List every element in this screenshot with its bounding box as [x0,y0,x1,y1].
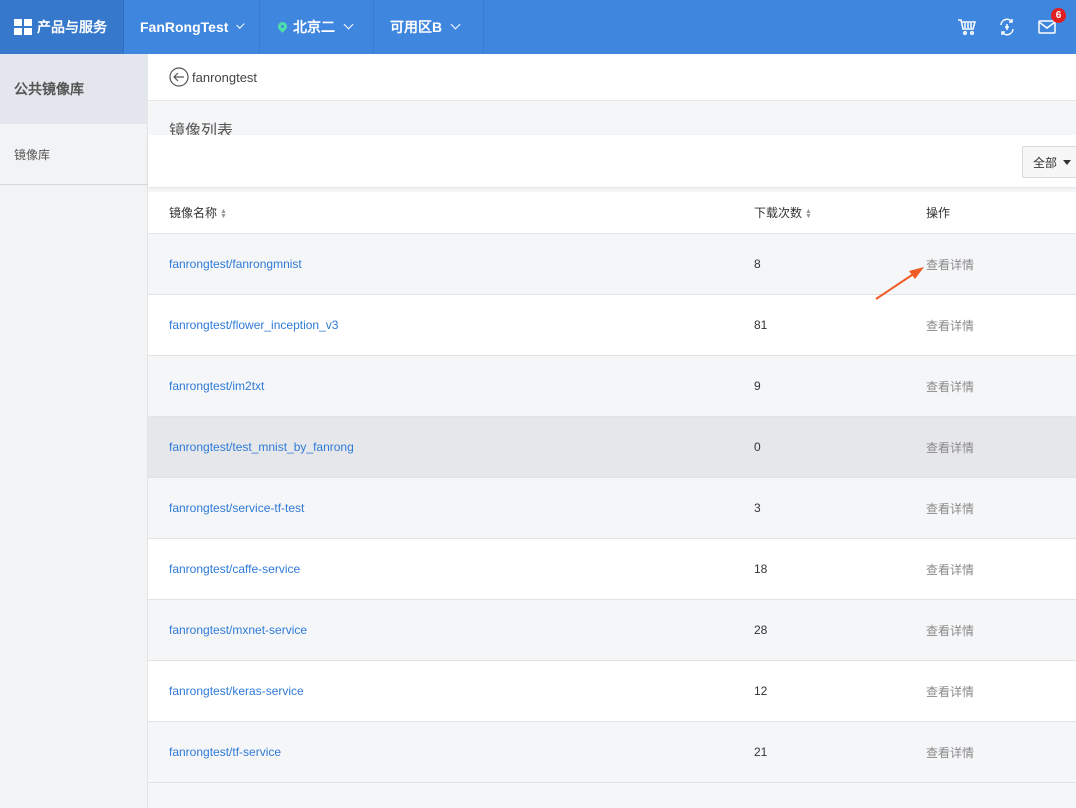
zone-selector[interactable]: 可用区B [374,0,484,54]
chevron-down-icon [236,19,245,29]
cart-icon[interactable] [956,16,978,38]
topbar-actions: 6 [938,0,1076,54]
project-selector[interactable]: FanRongTest [124,0,260,54]
download-count: 9 [754,379,761,393]
table-row: fanrongtest/keras-service 12 查看详情 [148,661,1076,722]
filter-bar: 全部 [148,135,1076,187]
image-name-link[interactable]: fanrongtest/keras-service [169,684,304,698]
sidebar-item-label: 镜像库 [14,147,51,162]
image-name-link[interactable]: fanrongtest/service-tf-test [169,501,304,515]
sidebar-title: 公共镜像库 [0,54,147,124]
download-count: 81 [754,318,768,332]
products-label: 产品与服务 [37,19,107,35]
download-count: 0 [754,440,761,454]
column-header-downloads[interactable]: 下载次数 ▲ ▼ [732,204,904,221]
region-selector[interactable]: 北京二 [260,0,374,54]
image-name-link[interactable]: fanrongtest/mxnet-service [169,623,307,637]
table-header: 镜像名称 ▲ ▼ 下载次数 ▲ ▼ 操作 [148,192,1076,234]
column-header-name[interactable]: 镜像名称 ▲ ▼ [148,204,732,221]
image-name-link[interactable]: fanrongtest/im2txt [169,379,264,393]
view-details-link[interactable]: 查看详情 [926,319,974,333]
download-count: 12 [754,684,768,698]
table-row: fanrongtest/test_mnist_by_fanrong 0 查看详情 [148,417,1076,478]
location-pin-icon [276,19,289,33]
top-navigation-bar: 产品与服务 FanRongTest 北京二 可用区B 6 [0,0,1076,54]
sort-icon: ▲ ▼ [805,207,812,220]
image-name-link[interactable]: fanrongtest/test_mnist_by_fanrong [169,440,354,454]
column-header-actions: 操作 [926,206,951,220]
chevron-down-icon [343,19,354,29]
image-name-link[interactable]: fanrongtest/caffe-service [169,562,300,576]
filter-select[interactable]: 全部 [1022,146,1076,178]
download-count: 28 [754,623,768,637]
mail-icon[interactable]: 6 [1036,8,1066,38]
table-row: fanrongtest/service-tf-test 3 查看详情 [148,478,1076,539]
download-count: 21 [754,745,768,759]
notification-badge: 6 [1051,8,1066,23]
image-name-link[interactable]: fanrongtest/fanrongmnist [169,257,302,271]
zone-label: 可用区B [390,19,443,35]
chevron-down-icon [450,19,461,29]
view-details-link[interactable]: 查看详情 [926,685,974,699]
table-row: fanrongtest/im2txt 9 查看详情 [148,356,1076,417]
table-row: fanrongtest/caffe-service 18 查看详情 [148,539,1076,600]
download-count: 3 [754,501,761,515]
view-details-link[interactable]: 查看详情 [926,563,974,577]
view-details-link[interactable]: 查看详情 [926,441,974,455]
products-menu[interactable]: 产品与服务 [0,0,124,54]
view-details-link[interactable]: 查看详情 [926,624,974,638]
view-details-link[interactable]: 查看详情 [926,258,974,272]
table-row: fanrongtest/mxnet-service 28 查看详情 [148,600,1076,661]
view-details-link[interactable]: 查看详情 [926,746,974,760]
caret-down-icon [1063,159,1072,165]
region-label: 北京二 [293,19,335,35]
view-details-link[interactable]: 查看详情 [926,380,974,394]
image-name-link[interactable]: fanrongtest/tf-service [169,745,281,759]
grid-icon [14,19,32,35]
main-content: fanrongtest 镜像列表 全部 镜像名称 ▲ ▼ 下载次数 ▲ ▼ 操作 fan… [148,54,1076,808]
view-details-link[interactable]: 查看详情 [926,502,974,516]
back-arrow-icon[interactable] [169,67,189,87]
sidebar: 公共镜像库 镜像库 [0,54,148,808]
project-label: FanRongTest [140,19,229,35]
download-count: 18 [754,562,768,576]
back-label: fanrongtest [192,69,258,85]
image-table: 镜像名称 ▲ ▼ 下载次数 ▲ ▼ 操作 fanrongtest/fanrongmnis… [148,192,1076,783]
table-row: fanrongtest/tf-service 21 查看详情 [148,722,1076,783]
sort-icon: ▲ ▼ [220,207,227,220]
sidebar-item-image-repo[interactable]: 镜像库 [0,124,147,185]
filter-value: 全部 [1033,155,1058,170]
exchange-icon[interactable] [996,16,1018,38]
breadcrumb: fanrongtest [148,54,1076,101]
download-count: 8 [754,257,761,271]
table-row: fanrongtest/flower_inception_v3 81 查看详情 [148,295,1076,356]
table-row: fanrongtest/fanrongmnist 8 查看详情 [148,234,1076,295]
image-name-link[interactable]: fanrongtest/flower_inception_v3 [169,318,338,332]
